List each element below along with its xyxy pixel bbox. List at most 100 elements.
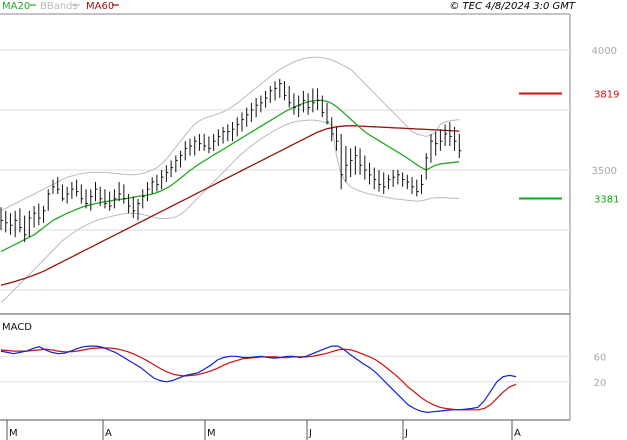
price-bar: [9, 213, 13, 235]
price-bar: [90, 189, 93, 211]
month-label: A: [105, 428, 112, 439]
price-bar: [364, 155, 367, 180]
month-label: A: [514, 428, 521, 439]
legend-label-ma60: MA60: [86, 1, 114, 12]
price-bar: [335, 126, 339, 151]
price-bar: [279, 78, 282, 98]
bollinger-bands: [0, 56, 460, 303]
price-bar: [387, 174, 391, 190]
price-bar: [435, 131, 438, 156]
price-bar: [444, 124, 448, 146]
price-bar: [269, 86, 273, 103]
price-y-ticks: 4000 3500: [592, 46, 617, 177]
price-bar: [99, 186, 103, 206]
price-bar: [345, 146, 348, 182]
moving-averages: [0, 99, 460, 286]
price-bar: [203, 134, 207, 151]
price-bar: [189, 138, 192, 156]
price-bar: [52, 179, 55, 194]
price-bar: [76, 179, 79, 197]
price-bar: [340, 134, 344, 190]
price-bar: [71, 182, 74, 199]
price-bar: [57, 177, 60, 194]
month-label: J: [308, 428, 312, 439]
price-bar: [283, 81, 287, 101]
month-x-axis: MAMJJA: [6, 420, 521, 440]
price-bar: [232, 122, 235, 142]
macd-tick-label: 20: [594, 378, 607, 389]
price-bar: [383, 172, 386, 194]
price-bar: [250, 102, 254, 122]
macd-label: MACD: [2, 322, 32, 333]
price-bar: [165, 165, 169, 182]
price-bar: [265, 90, 268, 108]
price-bar: [425, 153, 429, 180]
price-bar: [104, 189, 107, 209]
price-bar: [47, 189, 51, 211]
price-bar: [137, 198, 141, 221]
price-bar: [392, 170, 396, 187]
price-bar: [113, 189, 117, 209]
price-bar: [255, 98, 259, 118]
price-bar: [217, 129, 221, 146]
price-bar: [132, 196, 136, 218]
price-bar: [146, 182, 150, 202]
level-label: 3381: [594, 195, 619, 206]
price-bar: [14, 210, 18, 238]
price-bar: [378, 170, 381, 192]
month-label: M: [9, 428, 18, 439]
price-bar: [402, 172, 405, 187]
price-bar: [369, 162, 372, 185]
price-bar: [359, 148, 363, 175]
price-bar: [397, 170, 400, 185]
price-bar: [350, 148, 353, 178]
price-bar: [38, 203, 41, 226]
price-bar: [274, 81, 278, 101]
price-bar: [19, 208, 22, 233]
price-bar: [288, 86, 292, 108]
chart-stage: MA20 BBands MA60 © TEC 4/8/2024 3:0 GMT …: [0, 0, 627, 440]
price-bar: [307, 93, 311, 115]
macd-y-ticks: 60 20: [594, 352, 607, 389]
price-bar: [170, 160, 174, 178]
price-bar: [28, 210, 32, 238]
bb-upper-line: [0, 56, 460, 212]
price-bar: [33, 206, 37, 228]
price-bar: [80, 184, 84, 204]
price-bar: [213, 134, 216, 151]
legend: MA20 BBands MA60: [2, 1, 119, 12]
price-bar: [156, 174, 159, 192]
price-bar: [430, 134, 433, 163]
price-bar: [241, 112, 244, 132]
price-bar: [302, 90, 306, 113]
price-bar: [406, 174, 410, 190]
price-bar: [151, 177, 155, 194]
level-label: 3819: [594, 89, 619, 100]
price-bar: [449, 122, 452, 146]
price-bar: [43, 206, 46, 223]
price-bar: [61, 184, 65, 202]
price-bar: [5, 210, 8, 233]
legend-label-bbands: BBands: [40, 1, 78, 12]
price-bar: [326, 102, 330, 125]
price-bar: [293, 93, 296, 115]
y-tick-label: 3500: [592, 166, 617, 177]
price-bar: [416, 179, 419, 197]
price-bar: [222, 126, 226, 144]
price-bar: [236, 117, 240, 137]
price-bar: [194, 136, 197, 156]
price-bar: [123, 184, 126, 204]
price-bar: [128, 194, 131, 214]
price-bar: [142, 189, 145, 209]
ma60-line: [0, 125, 460, 286]
copyright-timestamp: © TEC 4/8/2024 3:0 GMT: [449, 1, 576, 12]
y-tick-label: 4000: [592, 46, 617, 57]
price-bar: [458, 134, 462, 158]
price-bar: [161, 170, 164, 190]
macd-gridlines: [0, 355, 570, 383]
price-bar: [411, 177, 415, 194]
price-bar: [321, 95, 325, 118]
price-bar: [66, 186, 70, 204]
price-bar: [94, 182, 98, 202]
price-bar: [317, 88, 320, 110]
